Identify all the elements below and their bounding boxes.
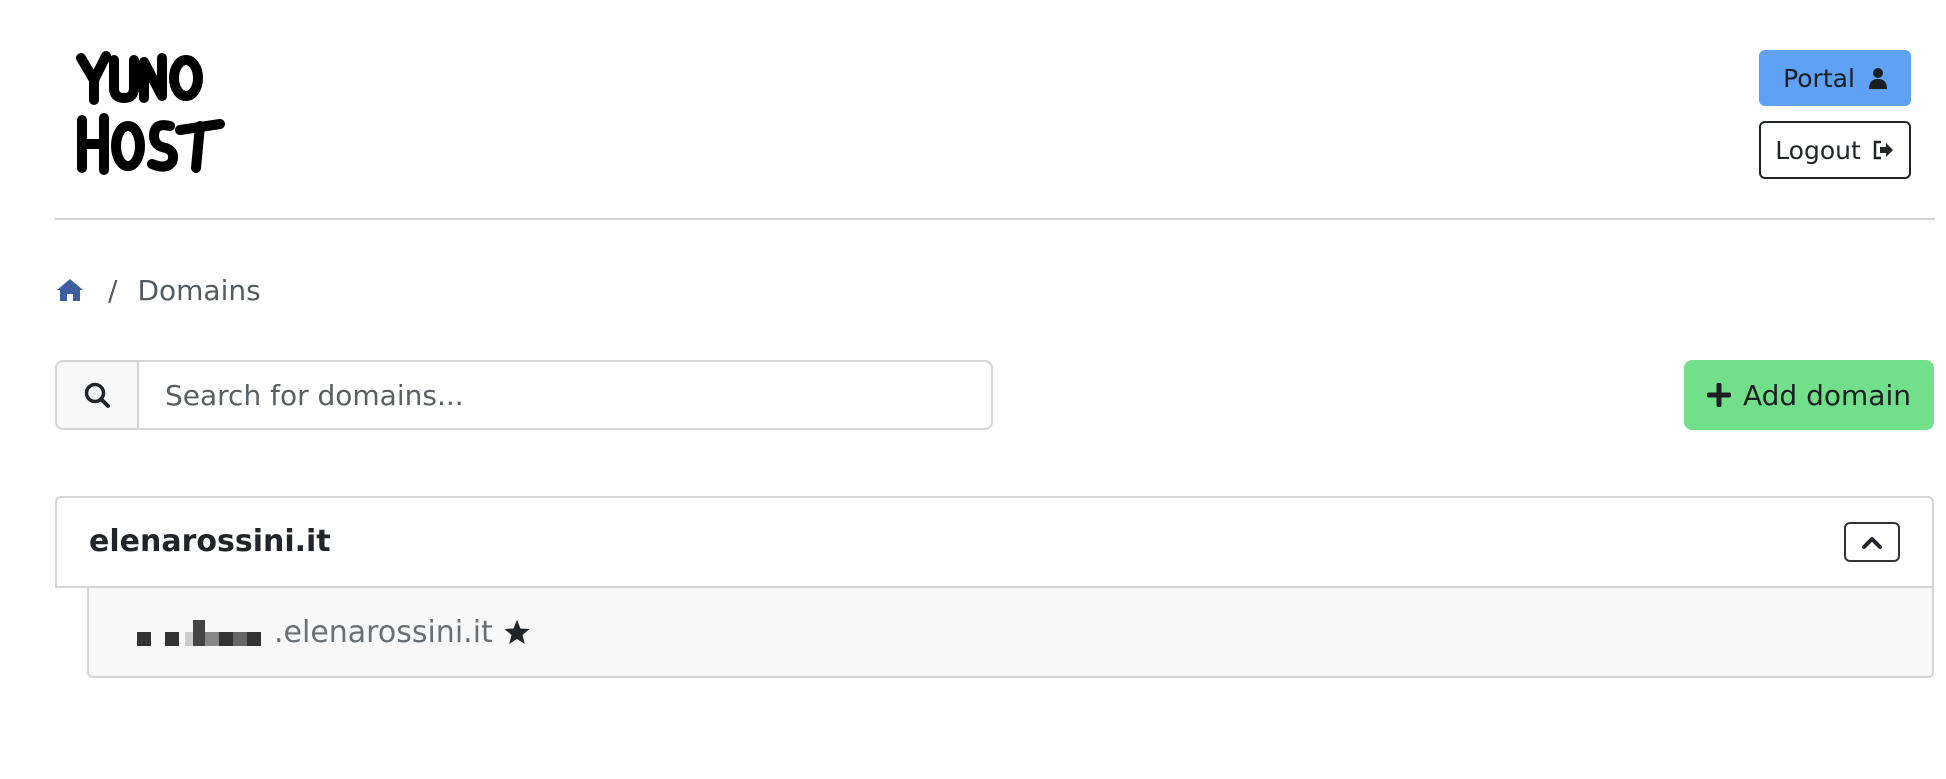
home-icon[interactable] [56, 276, 84, 304]
search-group [55, 360, 993, 430]
portal-button[interactable]: Portal [1759, 50, 1911, 106]
sign-out-icon [1873, 140, 1893, 160]
collapse-button[interactable] [1844, 522, 1900, 562]
add-domain-label: Add domain [1743, 378, 1911, 412]
domain-name[interactable]: elenarossini.it [89, 524, 331, 559]
subdomain-row[interactable]: .elenarossini.it [87, 588, 1934, 678]
user-icon [1868, 68, 1887, 89]
page: Portal Logout / Domains Search for domai… [0, 0, 1946, 779]
breadcrumb-separator: / [108, 273, 118, 307]
star-icon [504, 620, 530, 644]
plus-icon [1707, 383, 1731, 407]
chevron-up-icon [1862, 537, 1882, 549]
yunohost-logo [76, 51, 225, 175]
domain-card: elenarossini.it [55, 496, 1934, 588]
breadcrumb: / Domains [56, 270, 261, 310]
search-addon [57, 362, 139, 428]
breadcrumb-current: Domains [137, 273, 261, 307]
search-input[interactable] [139, 362, 991, 428]
portal-button-label: Portal [1783, 63, 1855, 93]
search-icon [84, 382, 110, 408]
redacted-subdomain-prefix [137, 616, 262, 648]
subdomain-suffix: .elenarossini.it [274, 614, 493, 650]
header-divider [55, 218, 1935, 220]
add-domain-button[interactable]: Add domain [1684, 360, 1934, 430]
logout-button-label: Logout [1775, 135, 1861, 165]
logout-button[interactable]: Logout [1759, 121, 1911, 179]
